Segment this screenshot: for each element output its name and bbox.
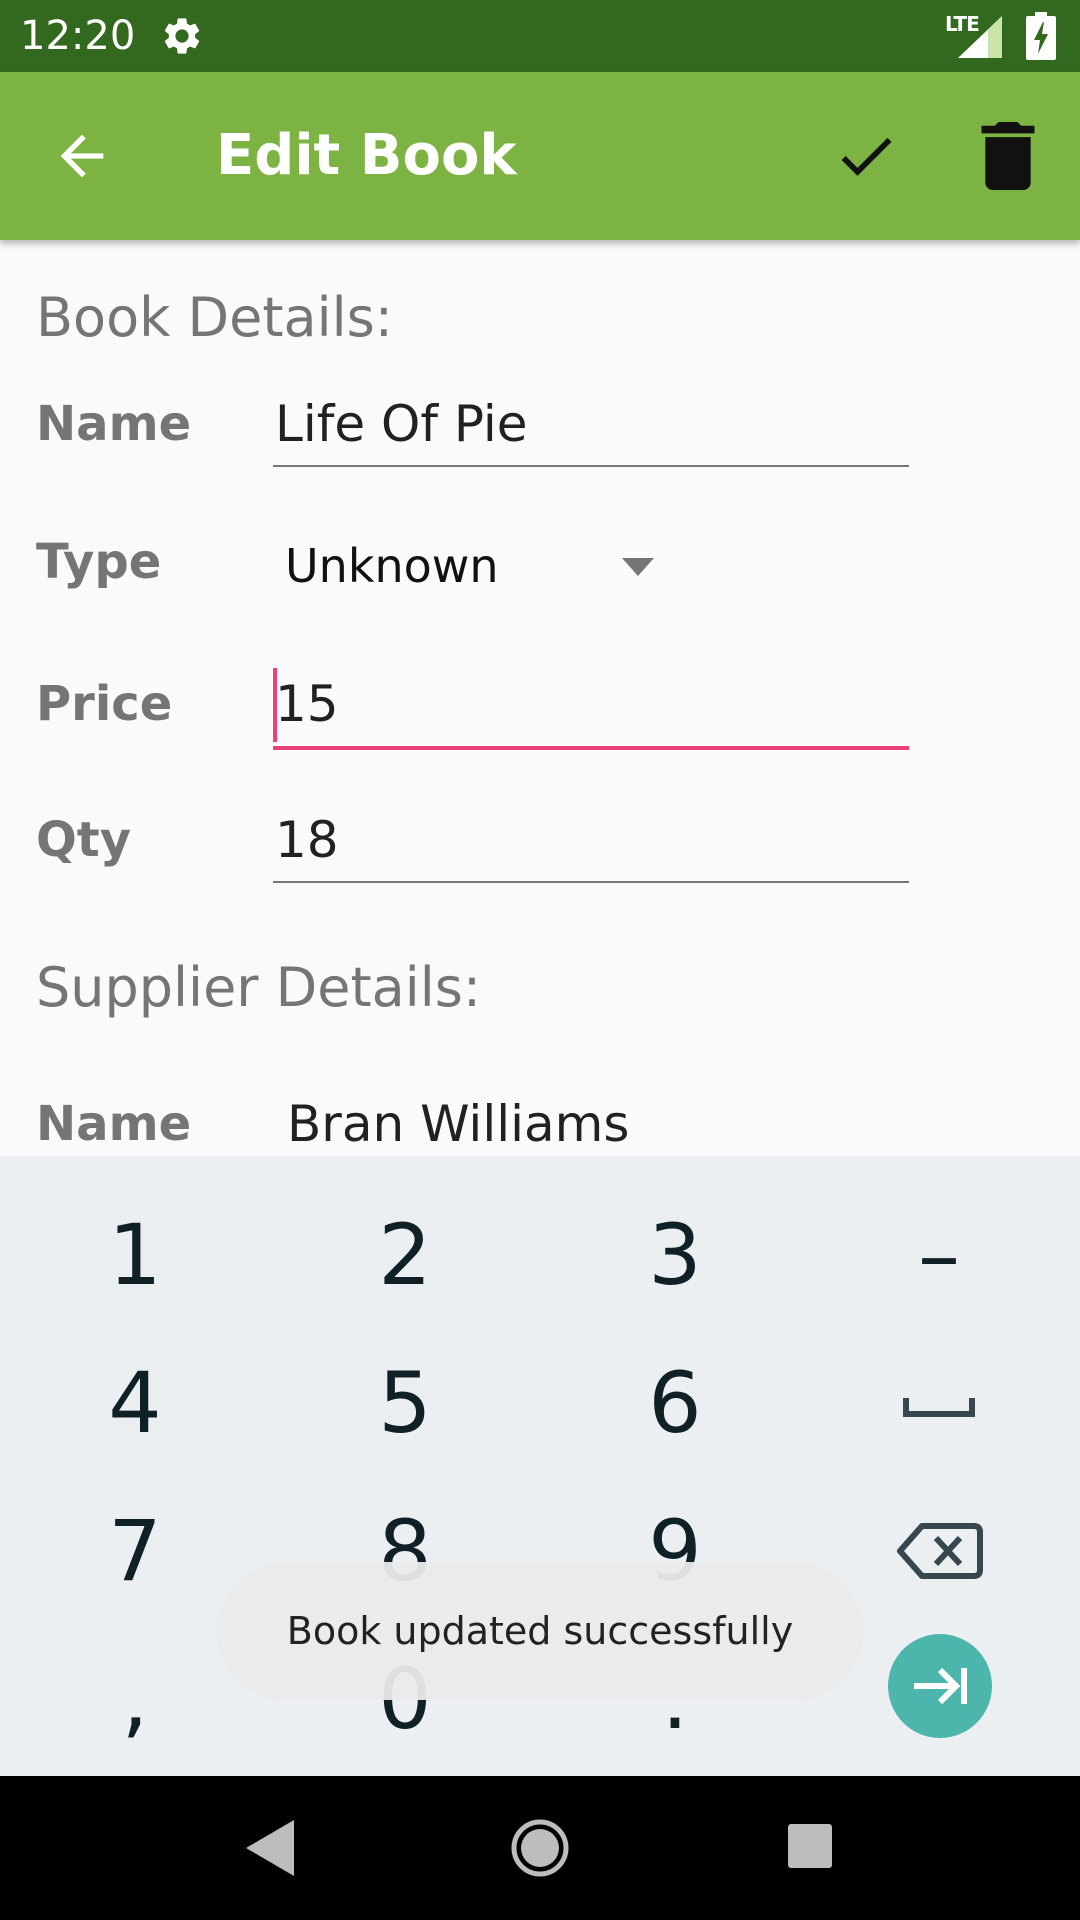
book-name-input[interactable]: Life Of Pie — [273, 394, 909, 454]
supplier-name-label: Name — [36, 1096, 192, 1152]
screen: 12:20 LTE Edit Book Book Details: Name L… — [0, 0, 1080, 1920]
key-label: 2 — [378, 1206, 432, 1304]
book-price-input[interactable]: 15 — [273, 674, 909, 734]
key-1[interactable]: 1 — [0, 1182, 270, 1328]
key-space[interactable] — [804, 1330, 1074, 1476]
status-time: 12:20 — [20, 13, 136, 59]
check-icon[interactable] — [832, 122, 900, 190]
book-price-label: Price — [36, 676, 173, 732]
key-label: 1 — [108, 1206, 162, 1304]
next-field-icon — [914, 1667, 967, 1705]
page-title: Edit Book — [216, 123, 517, 188]
edit-book-form: Book Details: Name Life Of Pie Type Unkn… — [0, 240, 1080, 1160]
book-qty-input[interactable]: 18 — [273, 810, 909, 870]
key-label: 5 — [378, 1354, 432, 1452]
key-label: , — [121, 1650, 149, 1748]
gear-icon — [164, 18, 200, 54]
book-details-header: Book Details: — [36, 286, 393, 349]
chevron-down-icon[interactable] — [622, 558, 654, 576]
key-label: 7 — [108, 1502, 162, 1600]
nav-home-icon[interactable] — [510, 1818, 570, 1878]
arrow-left-icon[interactable] — [50, 124, 114, 188]
supplier-details-header: Supplier Details: — [36, 956, 482, 1019]
key-4[interactable]: 4 — [0, 1330, 270, 1476]
battery-charging-icon — [1026, 12, 1056, 60]
trash-icon[interactable] — [980, 122, 1036, 190]
key-minus[interactable]: – — [804, 1182, 1074, 1328]
book-type-label: Type — [36, 534, 162, 590]
signal-icon — [958, 16, 1002, 58]
key-5[interactable]: 5 — [270, 1330, 540, 1476]
supplier-name-input[interactable]: Bran Williams — [285, 1094, 921, 1154]
book-name-underline — [273, 465, 909, 467]
key-label: – — [918, 1206, 960, 1304]
key-3[interactable]: 3 — [540, 1182, 810, 1328]
toast-text: Book updated successfully — [286, 1609, 794, 1653]
key-label: 3 — [648, 1206, 702, 1304]
book-name-label: Name — [36, 396, 192, 452]
toast-message: Book updated successfully — [216, 1562, 864, 1700]
key-2[interactable]: 2 — [270, 1182, 540, 1328]
next-field-button[interactable] — [888, 1634, 992, 1738]
app-bar: Edit Book — [0, 72, 1080, 240]
key-label: 6 — [648, 1354, 702, 1452]
book-price-underline — [273, 746, 909, 750]
space-icon — [903, 1398, 975, 1417]
navigation-bar — [0, 1776, 1080, 1920]
nav-back-icon[interactable] — [244, 1818, 296, 1878]
book-qty-underline — [273, 881, 909, 883]
key-6[interactable]: 6 — [540, 1330, 810, 1476]
book-qty-label: Qty — [36, 812, 132, 868]
backspace-icon — [897, 1523, 983, 1579]
nav-recents-icon[interactable] — [786, 1822, 834, 1870]
status-bar: 12:20 LTE — [0, 0, 1080, 72]
key-label: 4 — [108, 1354, 162, 1452]
book-type-spinner[interactable]: Unknown — [285, 536, 499, 596]
